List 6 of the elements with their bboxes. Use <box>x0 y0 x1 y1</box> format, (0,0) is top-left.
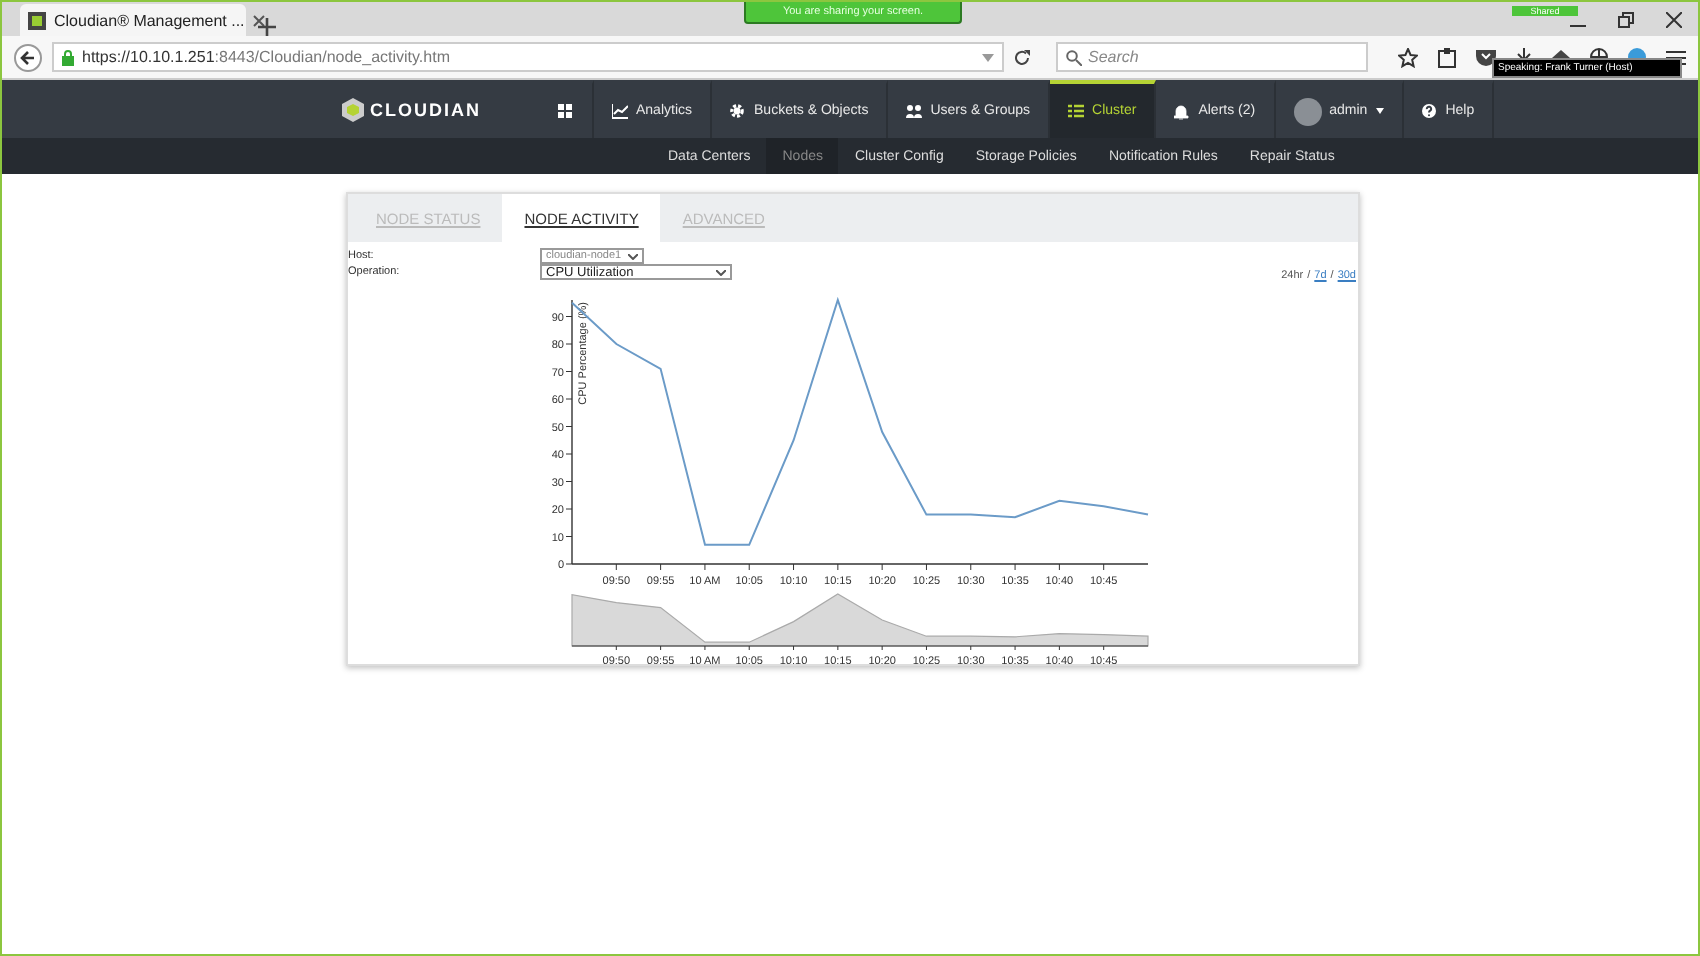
brand-logo-text: CLOUDIAN <box>370 99 481 119</box>
address-bar[interactable]: https://10.10.1.251:8443/Cloudian/node_activity.htm <box>52 42 1004 72</box>
url-text: https://10.10.1.251:8443/Cloudian/node_activity.htm <box>82 48 452 66</box>
search-placeholder: Search <box>1088 48 1139 66</box>
search-field[interactable]: Search <box>1056 42 1368 72</box>
tab-title: Cloudian® Management ... <box>54 11 245 29</box>
